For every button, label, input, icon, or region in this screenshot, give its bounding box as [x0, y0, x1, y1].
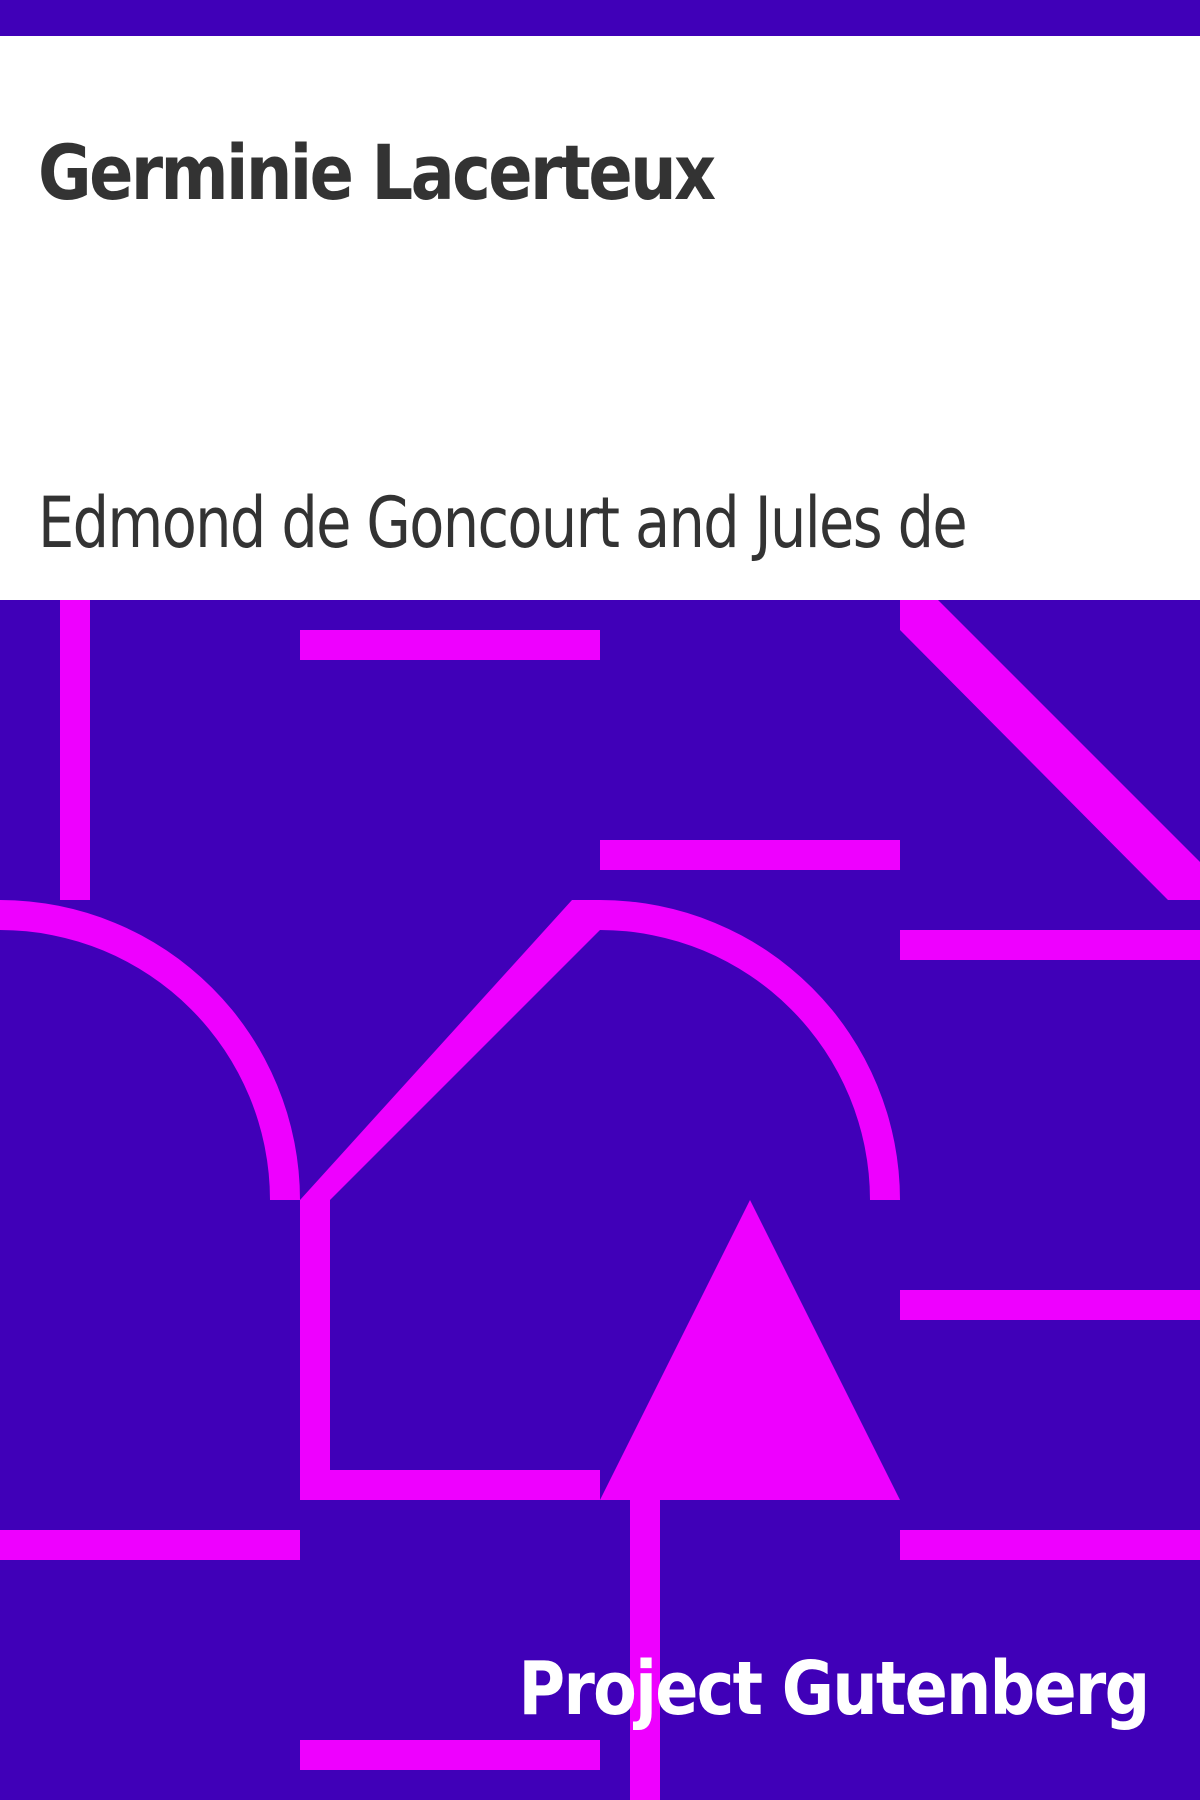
art-horizontal-bar: [900, 930, 1200, 960]
art-horizontal-bar: [0, 1530, 300, 1560]
book-author: Edmond de Goncourt and Jules de: [38, 482, 968, 564]
book-title: Germinie Lacerteux: [38, 128, 716, 217]
art-vertical-bar: [60, 600, 90, 900]
art-horizontal-bar: [300, 1740, 600, 1770]
art-horizontal-bar: [300, 630, 600, 660]
art-horizontal-bar: [900, 1530, 1200, 1560]
cover-artwork: [0, 600, 1200, 1800]
art-background: [0, 600, 1200, 1800]
art-horizontal-bar: [300, 1470, 600, 1500]
art-horizontal-bar: [900, 1290, 1200, 1320]
publisher-name: Project Gutenberg: [518, 1646, 1150, 1732]
cover-header: Germinie Lacerteux Edmond de Goncourt an…: [0, 36, 1200, 600]
art-horizontal-bar: [600, 840, 900, 870]
art-vertical-bar: [300, 1200, 330, 1500]
top-color-band: [0, 0, 1200, 36]
